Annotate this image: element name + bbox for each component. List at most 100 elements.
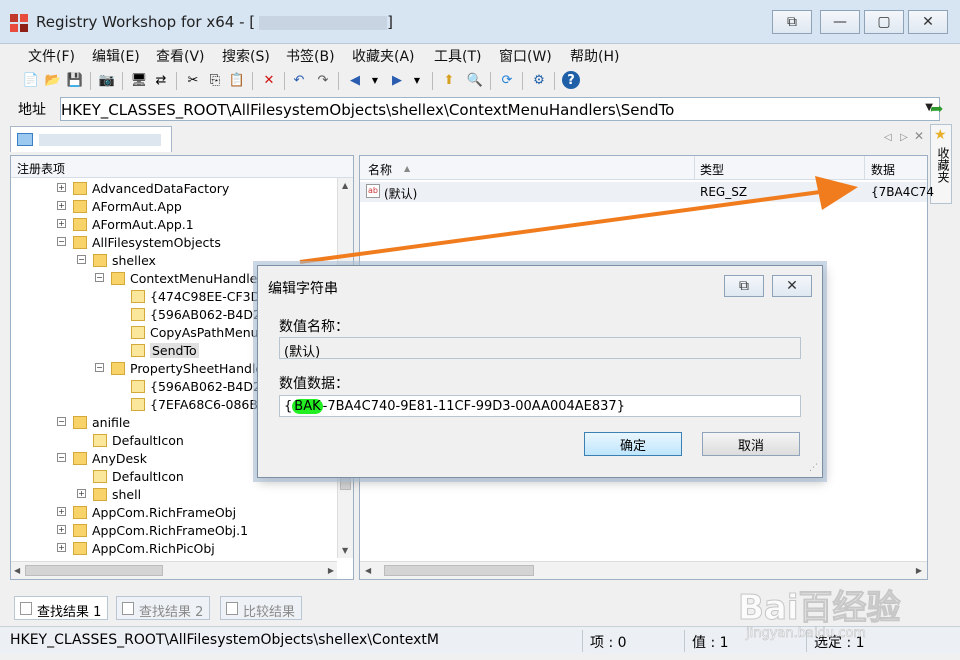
- document-icon: [20, 602, 32, 615]
- tree-horizontal-scrollbar[interactable]: ◀ ▶: [11, 561, 337, 579]
- minimize-button[interactable]: —: [820, 10, 860, 34]
- tab-scroll-right-icon[interactable]: ▷: [900, 132, 908, 143]
- folder-icon: [73, 524, 87, 537]
- tab-close-icon[interactable]: ✕: [914, 129, 924, 143]
- scroll-left-icon[interactable]: ◀: [14, 566, 20, 575]
- menu-help[interactable]: 帮助(H): [570, 46, 619, 66]
- menu-edit[interactable]: 编辑(E): [92, 46, 140, 66]
- maximize-button[interactable]: ▢: [864, 10, 904, 34]
- cut-icon[interactable]: ✂: [184, 71, 202, 89]
- collapse-icon[interactable]: −: [77, 255, 86, 264]
- go-arrow-icon[interactable]: ➦: [930, 99, 943, 118]
- value-data-input[interactable]: {BAK -7BA4C740-9E81-11CF-99D3-00AA004AE83…: [279, 395, 801, 417]
- scroll-thumb[interactable]: [25, 565, 163, 576]
- menu-favorites[interactable]: 收藏夹(A): [352, 46, 415, 66]
- collapse-icon[interactable]: −: [95, 273, 104, 282]
- close-window-button[interactable]: ✕: [908, 10, 948, 34]
- value-type: REG_SZ: [700, 185, 748, 199]
- scroll-right-icon[interactable]: ▶: [916, 566, 922, 575]
- dialog-close-button[interactable]: ✕: [772, 275, 812, 297]
- list-item[interactable]: ab (默认) REG_SZ {7BA4C74: [360, 182, 934, 202]
- snapshot-icon[interactable]: 📷: [98, 71, 116, 89]
- status-path: HKEY_CLASSES_ROOT\AllFilesystemObjects\s…: [10, 632, 439, 648]
- parent-key-icon[interactable]: ⬆: [440, 71, 458, 89]
- tree-node-label: {474C98EE-CF3D-4: [150, 289, 273, 304]
- copy-icon[interactable]: ⎘: [206, 71, 224, 89]
- forward-dropdown-icon[interactable]: ▼: [408, 71, 426, 89]
- status-value-count: 值 : 1: [692, 635, 729, 651]
- collapse-icon[interactable]: −: [95, 363, 104, 372]
- tab-computer[interactable]: [10, 126, 172, 152]
- title-bar: Registry Workshop for x64 - [] ⧉ — ▢ ✕: [0, 0, 960, 44]
- tab-compare-results[interactable]: 比较结果: [220, 596, 303, 620]
- menu-tools[interactable]: 工具(T): [434, 46, 481, 66]
- tree-node-label: SendTo: [150, 343, 199, 358]
- column-header-type[interactable]: 类型: [700, 161, 724, 178]
- collapse-icon[interactable]: −: [57, 417, 66, 426]
- back-icon[interactable]: ◀: [346, 71, 364, 89]
- connect-computer-icon[interactable]: 🖥: [130, 71, 148, 89]
- folder-icon: [93, 434, 107, 447]
- scroll-right-icon[interactable]: ▶: [328, 566, 334, 575]
- folder-icon: [93, 488, 107, 501]
- disconnect-icon[interactable]: ⇄: [152, 71, 170, 89]
- open-icon[interactable]: 📂: [44, 71, 62, 89]
- find-icon[interactable]: 🔍: [466, 71, 484, 89]
- folder-icon: [111, 362, 125, 375]
- menu-bookmarks[interactable]: 书签(B): [286, 46, 335, 66]
- forward-icon[interactable]: ▶: [388, 71, 406, 89]
- scroll-left-icon[interactable]: ◀: [365, 566, 371, 575]
- document-tab-strip: ◁ ▷ ✕: [10, 124, 928, 152]
- tab-scroll-left-icon[interactable]: ◁: [884, 132, 892, 143]
- menu-window[interactable]: 窗口(W): [499, 46, 552, 66]
- column-header-data[interactable]: 数据: [871, 161, 895, 178]
- resize-grip-icon[interactable]: ⋰: [809, 463, 818, 473]
- save-icon[interactable]: 💾: [66, 71, 84, 89]
- tab-find-results-2[interactable]: 查找结果 2: [116, 596, 211, 620]
- delete-icon[interactable]: ✕: [260, 71, 278, 89]
- refresh-icon[interactable]: ⟳: [498, 71, 516, 89]
- dialog-title: 编辑字符串: [268, 281, 338, 297]
- expand-icon[interactable]: +: [57, 183, 66, 192]
- expand-icon[interactable]: +: [57, 543, 66, 552]
- menu-file[interactable]: 文件(F): [28, 46, 75, 66]
- menu-search[interactable]: 搜索(S): [222, 46, 270, 66]
- collapse-icon[interactable]: −: [57, 237, 66, 246]
- dialog-restore-button[interactable]: ⧉: [724, 275, 764, 297]
- tree-node-label: DefaultIcon: [112, 433, 184, 448]
- back-dropdown-icon[interactable]: ▼: [366, 71, 384, 89]
- registry-app-icon: [10, 14, 28, 32]
- toolbar: 📄 📂 💾 📷 🖥 ⇄ ✂ ⎘ 📋 ✕ ↶ ↷ ◀ ▼ ▶ ▼ ⬆ 🔍 ⟳ ⚙ …: [0, 67, 960, 95]
- redo-icon[interactable]: ↷: [314, 71, 332, 89]
- expand-icon[interactable]: +: [57, 525, 66, 534]
- help-icon[interactable]: ?: [562, 71, 580, 89]
- tree-node-label: AFormAut.App.1: [92, 217, 194, 232]
- new-icon[interactable]: 📄: [22, 71, 40, 89]
- restore-window-button[interactable]: ⧉: [772, 10, 812, 34]
- address-input[interactable]: HKEY_CLASSES_ROOT\AllFilesystemObjects\s…: [60, 97, 940, 121]
- expand-icon[interactable]: +: [57, 201, 66, 210]
- scroll-up-icon[interactable]: ▲: [342, 181, 348, 190]
- undo-icon[interactable]: ↶: [290, 71, 308, 89]
- value-name-field: (默认): [279, 337, 801, 360]
- scroll-down-icon[interactable]: ▼: [342, 546, 348, 555]
- folder-icon: [93, 470, 107, 483]
- collapse-icon[interactable]: −: [57, 453, 66, 462]
- tab-find-results-1[interactable]: 查找结果 1: [14, 596, 109, 620]
- tree-node-label: DefaultIcon: [112, 469, 184, 484]
- menu-view[interactable]: 查看(V): [156, 46, 205, 66]
- scroll-thumb[interactable]: [384, 565, 534, 576]
- document-icon: [122, 602, 134, 615]
- expand-icon[interactable]: +: [57, 219, 66, 228]
- expand-icon[interactable]: +: [57, 507, 66, 516]
- column-header-name[interactable]: 名称: [368, 161, 392, 178]
- folder-icon: [73, 200, 87, 213]
- cancel-button[interactable]: 取消: [702, 432, 800, 456]
- list-horizontal-scrollbar[interactable]: ◀ ▶: [360, 561, 927, 579]
- tree-node-label: anifile: [92, 415, 131, 430]
- ok-button[interactable]: 确定: [584, 432, 682, 456]
- folder-icon: [131, 344, 145, 357]
- expand-icon[interactable]: +: [77, 489, 86, 498]
- paste-icon[interactable]: 📋: [228, 71, 246, 89]
- options-gear-icon[interactable]: ⚙: [530, 71, 548, 89]
